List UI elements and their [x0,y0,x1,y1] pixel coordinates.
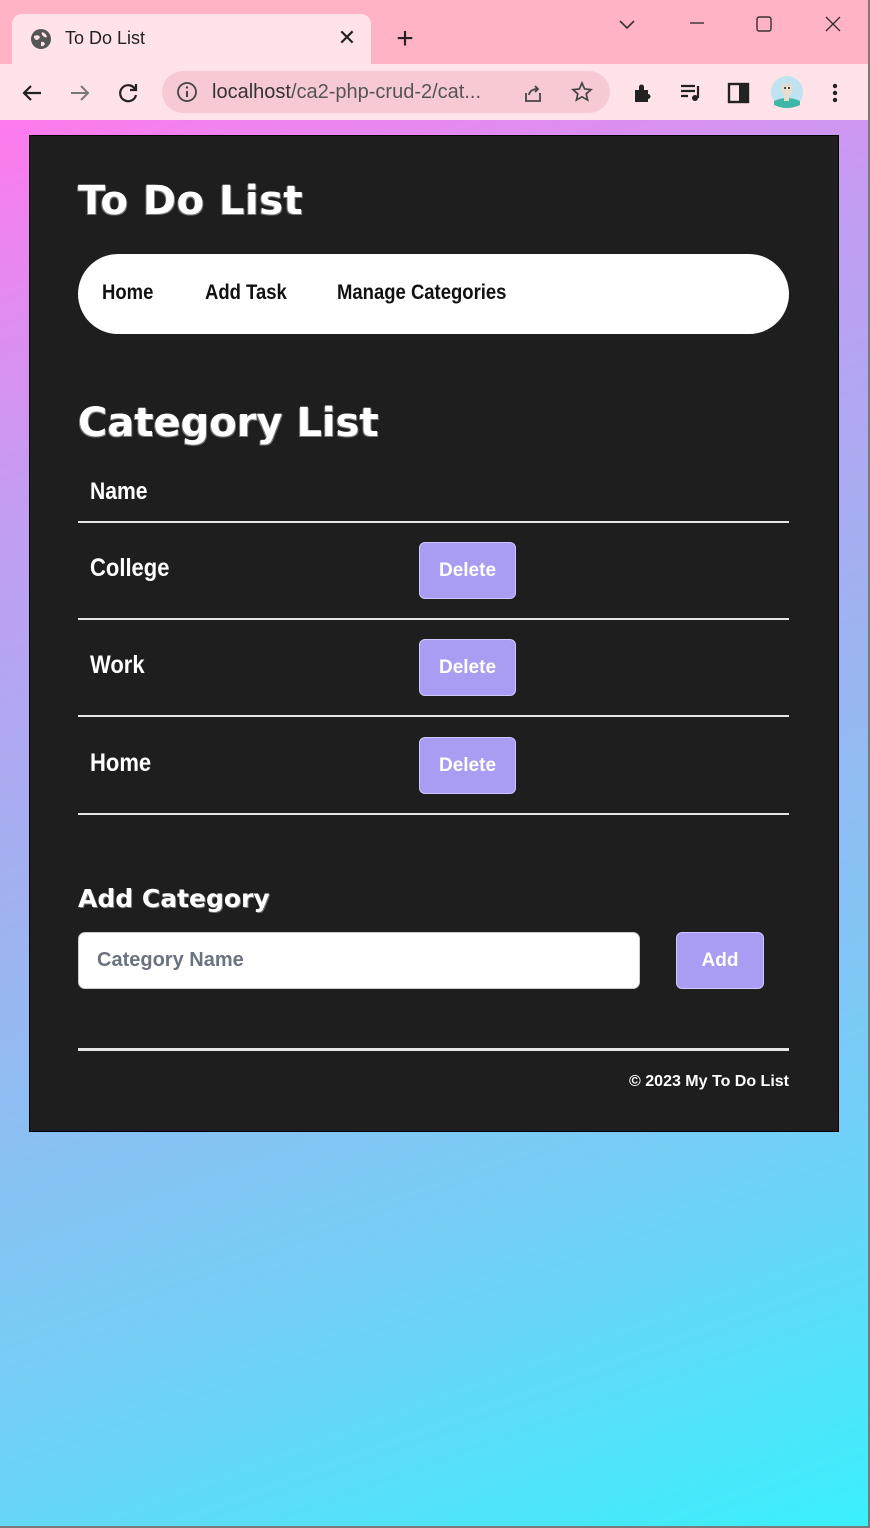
column-header-name: Name [90,478,148,505]
category-name: Work [90,651,145,679]
reload-icon[interactable] [113,78,143,108]
nav-add-task[interactable]: Add Task [205,281,287,305]
chevron-down-icon[interactable] [612,10,642,40]
url-text: localhost/ca2-php-crud-2/cat... [212,81,507,104]
category-name: Home [90,749,152,777]
nav-manage-categories[interactable]: Manage Categories [337,281,506,305]
maximize-icon[interactable] [749,10,779,40]
tab-title: To Do List [65,28,146,48]
share-icon[interactable] [521,81,545,105]
browser-tab-strip: To Do List ✕ + [0,0,870,64]
add-button[interactable]: Add [676,932,764,989]
add-category-title: Add Category [78,884,270,913]
info-icon[interactable] [176,81,198,103]
forward-icon[interactable] [65,78,95,108]
row-divider [78,618,789,620]
url-host: localhost [212,81,291,103]
row-divider [78,813,789,815]
media-icon[interactable] [676,78,706,108]
page-viewport: To Do List Home Add Task Manage Categori… [0,120,868,1526]
window-close-icon[interactable] [818,10,848,40]
minimize-icon[interactable] [682,10,712,40]
navbar: Home Add Task Manage Categories [78,254,789,334]
category-name-input[interactable] [78,932,640,989]
page-title: Category List [78,400,379,446]
plus-icon[interactable]: + [390,24,420,54]
extensions-icon[interactable] [629,78,659,108]
main-card: To Do List Home Add Task Manage Categori… [29,135,839,1132]
delete-button[interactable]: Delete [419,737,516,794]
sidepanel-icon[interactable] [724,78,754,108]
category-name: College [90,554,170,582]
menu-icon[interactable] [820,78,850,108]
browser-toolbar: localhost/ca2-php-crud-2/cat... [0,64,870,120]
avatar[interactable] [770,75,804,109]
address-bar[interactable]: localhost/ca2-php-crud-2/cat... [162,71,610,113]
footer-text: © 2023 My To Do List [629,1073,789,1090]
site-title: To Do List [78,178,304,224]
star-icon[interactable] [570,80,594,104]
browser-tab[interactable]: To Do List ✕ [12,14,371,64]
back-icon[interactable] [17,78,47,108]
footer-divider [78,1048,789,1051]
close-icon[interactable]: ✕ [335,26,359,50]
url-path: /ca2-php-crud-2/cat... [290,81,482,103]
row-divider [78,715,789,717]
header-divider [78,521,789,523]
delete-button[interactable]: Delete [419,542,516,599]
globe-icon [31,29,51,49]
nav-home[interactable]: Home [102,281,153,305]
delete-button[interactable]: Delete [419,639,516,696]
